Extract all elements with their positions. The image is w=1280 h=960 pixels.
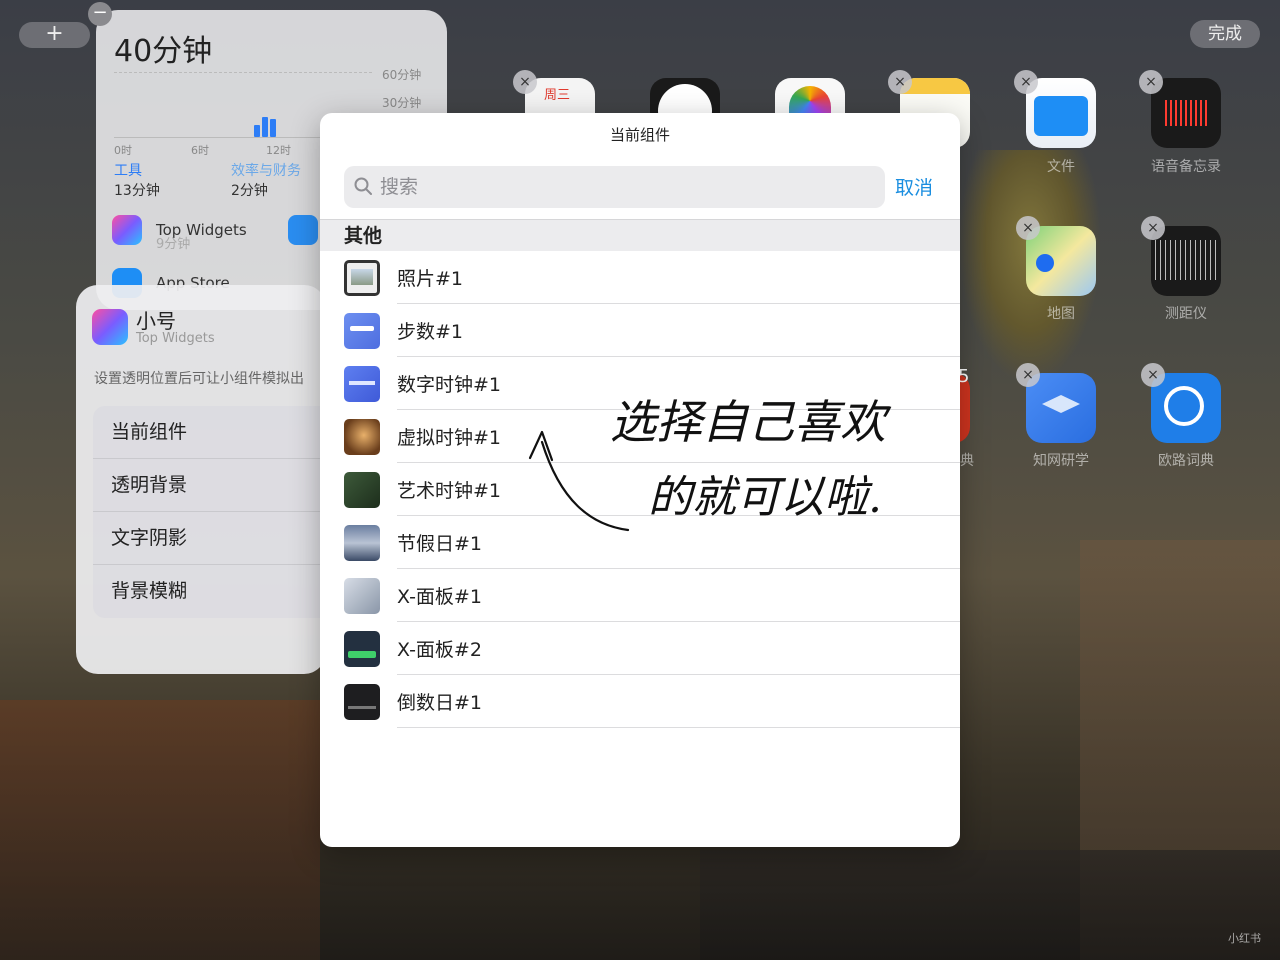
- remove-icon[interactable]: ×: [1016, 216, 1040, 240]
- app-time: 9分钟: [156, 237, 191, 252]
- settings-item-text-shadow[interactable]: 文字阴影: [93, 512, 326, 565]
- widget-app-subtitle: Top Widgets: [136, 331, 215, 346]
- maps-label: 地图: [1047, 306, 1075, 322]
- art-clock-widget-thumbnail: [344, 472, 380, 508]
- add-widget-button[interactable]: +: [19, 22, 90, 48]
- remove-icon[interactable]: ×: [1014, 70, 1038, 94]
- remove-icon[interactable]: ×: [1141, 363, 1165, 387]
- section-header-other: 其他: [320, 219, 960, 251]
- watermark: 小红书: [1228, 932, 1261, 945]
- chart-y-label: 60分钟: [382, 68, 422, 82]
- chart-x-label: 6时: [191, 144, 209, 157]
- cancel-button[interactable]: 取消: [895, 173, 933, 200]
- widget-settings-card: 小号 Top Widgets 设置透明位置后可让小组件模拟出 当前组件 透明背景…: [76, 285, 326, 674]
- app-row: Top Widgets 9分钟: [112, 215, 247, 252]
- virtual-clock-widget-thumbnail: [344, 419, 380, 455]
- remove-icon[interactable]: ×: [1141, 216, 1165, 240]
- top-widgets-icon: [92, 309, 128, 345]
- settings-item-bg-blur[interactable]: 背景模糊: [93, 565, 326, 618]
- chart-bar: [262, 117, 268, 137]
- chart-x-label: 0时: [114, 144, 132, 157]
- wallpaper-bottom: [700, 850, 1280, 960]
- widget-size-title: 小号: [136, 309, 176, 333]
- annotation-arrow: [540, 440, 630, 532]
- maps-icon[interactable]: [1026, 226, 1096, 296]
- wallpaper-building-left: [0, 700, 320, 960]
- photo-widget-thumbnail: [344, 260, 380, 296]
- measure-icon[interactable]: [1151, 226, 1221, 296]
- modal-title: 当前组件: [609, 126, 670, 144]
- chart-x-label: 12时: [266, 144, 291, 157]
- widget-name: 艺术时钟#1: [397, 480, 502, 502]
- holiday-widget-thumbnail: [344, 525, 380, 561]
- remove-icon[interactable]: ×: [888, 70, 912, 94]
- eudic-icon[interactable]: [1151, 373, 1221, 443]
- widget-item-photo[interactable]: 照片#1: [320, 251, 960, 304]
- category-name: 工具: [114, 163, 142, 179]
- measure-label: 测距仪: [1165, 306, 1207, 322]
- widget-item-countdown[interactable]: 倒数日#1: [320, 675, 960, 728]
- settings-item-transparent-bg[interactable]: 透明背景: [93, 459, 326, 512]
- widget-name: 步数#1: [397, 321, 464, 343]
- widget-item-panel-2[interactable]: X-面板#2: [320, 622, 960, 675]
- steps-widget-thumbnail: [344, 313, 380, 349]
- files-label: 文件: [1047, 159, 1075, 175]
- digital-clock-widget-thumbnail: [344, 366, 380, 402]
- eudic-label: 欧路词典: [1158, 453, 1214, 469]
- widget-name: X-面板#2: [397, 639, 482, 661]
- widget-name: 数字时钟#1: [397, 374, 502, 396]
- settings-item-current-widget[interactable]: 当前组件: [93, 406, 326, 459]
- settings-list: 当前组件 透明背景 文字阴影 背景模糊: [93, 406, 326, 618]
- remove-icon[interactable]: ×: [513, 70, 537, 94]
- chart-y-label: 30分钟: [382, 96, 422, 110]
- app-icon-blue: [288, 215, 318, 245]
- category-value: 13分钟: [114, 183, 160, 199]
- cnki-icon[interactable]: [1026, 373, 1096, 443]
- search-box[interactable]: [344, 166, 885, 208]
- widget-name: 照片#1: [397, 268, 464, 290]
- remove-widget-icon[interactable]: −: [88, 2, 112, 26]
- calendar-day-label: 周三: [544, 88, 571, 103]
- dictionary-label-partial: 典: [960, 453, 974, 469]
- search-icon: [354, 177, 372, 195]
- files-icon[interactable]: [1026, 78, 1096, 148]
- widget-name: 虚拟时钟#1: [397, 427, 502, 449]
- annotation-line-2: 的就可以啦.: [648, 472, 882, 523]
- widget-name: X-面板#1: [397, 586, 482, 608]
- cnki-label: 知网研学: [1033, 453, 1089, 469]
- voice-memos-icon[interactable]: [1151, 78, 1221, 148]
- widget-name: 倒数日#1: [397, 692, 483, 714]
- widget-description: 设置透明位置后可让小组件模拟出: [94, 371, 304, 387]
- widget-item-panel-1[interactable]: X-面板#1: [320, 569, 960, 622]
- panel1-widget-thumbnail: [344, 578, 380, 614]
- countdown-widget-thumbnail: [344, 684, 380, 720]
- category-value: 2分钟: [231, 183, 268, 199]
- screen-time-total: 40分钟: [114, 34, 213, 69]
- remove-icon[interactable]: ×: [1139, 70, 1163, 94]
- search-input[interactable]: [380, 166, 870, 208]
- handwritten-annotation: 选择自己喜欢 的就可以啦.: [528, 395, 892, 532]
- remove-icon[interactable]: ×: [1016, 363, 1040, 387]
- voice-memos-label: 语音备忘录: [1151, 159, 1221, 175]
- panel2-widget-thumbnail: [344, 631, 380, 667]
- chart-bar: [254, 125, 260, 137]
- category-name: 效率与财务: [231, 163, 301, 179]
- widget-name: 节假日#1: [397, 533, 483, 555]
- chart-bar: [270, 119, 276, 137]
- widget-item-steps[interactable]: 步数#1: [320, 304, 960, 357]
- annotation-line-1: 选择自己喜欢: [610, 395, 892, 449]
- done-button[interactable]: 完成: [1190, 20, 1260, 48]
- top-widgets-app-icon: [112, 215, 142, 245]
